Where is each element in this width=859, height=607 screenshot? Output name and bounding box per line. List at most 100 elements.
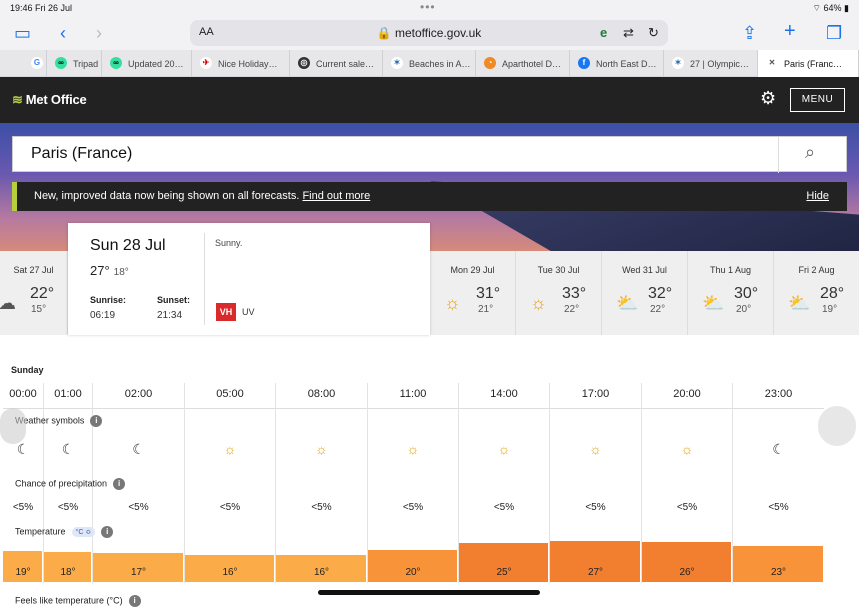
multitask-dots-icon[interactable]: •••	[420, 0, 436, 14]
day-card-wed[interactable]: Wed 31 Jul ⛅ 32° 22°	[602, 251, 688, 335]
day-card-sat[interactable]: Sat 27 Jul ☁ 22° 15°	[0, 251, 68, 335]
day-name: Wed 31 Jul	[622, 265, 667, 275]
notice-banner: New, improved data now being shown on al…	[12, 182, 847, 211]
scroll-right-button[interactable]	[818, 406, 856, 446]
day-card-fri[interactable]: Fri 2 Aug ⛅ 28° 19°	[774, 251, 859, 335]
temperature-value: 25°	[496, 567, 512, 578]
tab-paris-active[interactable]: ✕ Paris (Franc…	[758, 50, 859, 77]
gear-icon[interactable]: ⚙	[760, 88, 776, 109]
sun-icon: ☼	[589, 441, 602, 457]
share-icon[interactable]: ⇪	[742, 24, 757, 42]
temperature-value: 18°	[60, 567, 76, 578]
hour-label: 17:00	[581, 388, 610, 400]
tab-google[interactable]: G	[25, 50, 47, 77]
status-battery: ⌔ 64% ▮	[812, 3, 849, 13]
new-tab-icon[interactable]: +	[784, 21, 796, 41]
sun-icon: ☼	[223, 441, 237, 457]
forward-icon[interactable]: ›	[96, 24, 102, 42]
precip-value: <5%	[402, 502, 424, 513]
wifi-icon: ⌔	[812, 3, 822, 13]
location-search[interactable]: Paris (France) ⌕	[12, 136, 847, 173]
info-icon[interactable]: i	[113, 478, 126, 490]
day-card-tue[interactable]: Tue 30 Jul ☼ 33° 22°	[516, 251, 602, 335]
tab-label: 27 | Olympic…	[690, 59, 749, 69]
info-icon[interactable]: i	[128, 595, 141, 607]
sidebar-icon[interactable]: ▭	[14, 24, 31, 42]
row-label-text: Chance of precipitation	[15, 478, 108, 489]
row-label-text: Feels like temperature (°C)	[15, 595, 123, 606]
selected-day-card[interactable]: Sun 28 Jul 27° 18° Sunrise: 06:19 Sunset:…	[68, 223, 430, 335]
hour-label: 14:00	[490, 388, 518, 400]
home-indicator[interactable]	[318, 590, 540, 595]
booking-icon: ◔	[484, 57, 496, 69]
site-icon: ✶	[391, 57, 403, 69]
moon-icon: ☾	[132, 441, 145, 457]
day-card-thu[interactable]: Thu 1 Aug ⛅ 30° 20°	[688, 251, 774, 335]
extension-icon[interactable]: e	[600, 25, 607, 40]
sunrise-label: Sunrise:	[90, 295, 127, 305]
precip-value: <5%	[128, 502, 149, 513]
search-icon[interactable]: ⌕	[805, 142, 815, 163]
sunset-time: 21:34	[157, 310, 183, 321]
tabs-overview-icon[interactable]: ❐	[826, 24, 842, 42]
day-low: 22°	[564, 304, 580, 315]
day-name: Fri 2 Aug	[798, 265, 835, 275]
tab-updated[interactable]: ∞ Updated 20…	[102, 50, 192, 77]
selected-temps: 27° 18°	[90, 263, 129, 278]
temperature-value: 23°	[770, 567, 787, 578]
site-icon: ✈	[200, 57, 212, 69]
tab-label: Updated 20…	[128, 59, 184, 69]
tab-label: Beaches in A…	[409, 59, 471, 69]
scroll-left-button[interactable]	[0, 408, 26, 444]
sun-icon: ☼	[406, 441, 420, 457]
unit-toggle[interactable]: °C ≎	[71, 527, 96, 537]
precip-label: Chance of precipitation i	[15, 478, 126, 490]
logo-mark-icon: ≋	[12, 92, 23, 107]
rain-icon: ☁	[0, 293, 16, 313]
close-icon[interactable]: ✕	[766, 57, 778, 69]
selected-high: 27°	[90, 263, 110, 278]
column-separator	[275, 383, 276, 583]
address-bar[interactable]: AA 🔒 metoffice.gov.uk e ⇄ ↻	[190, 20, 668, 46]
tab-north-east[interactable]: f North East D…	[570, 50, 664, 77]
temperature-value: 26°	[679, 567, 695, 578]
tab-label: Current sale…	[316, 59, 375, 69]
translate-icon[interactable]: ⇄	[623, 25, 634, 41]
selected-low: 18°	[113, 267, 129, 278]
temperature-value: 17°	[130, 567, 147, 578]
sunrise-time: 06:19	[90, 310, 116, 321]
menu-button[interactable]: MENU	[790, 88, 845, 112]
find-out-more-link[interactable]: Find out more	[302, 190, 370, 202]
day-card-mon[interactable]: Mon 29 Jul ☼ 31° 21°	[430, 251, 516, 335]
site-icon: ◎	[298, 57, 310, 69]
hide-banner-link[interactable]: Hide	[806, 190, 829, 202]
temperature-value: 16°	[222, 567, 238, 578]
tab-nice-holiday[interactable]: ✈ Nice Holiday…	[192, 50, 290, 77]
hour-label: 20:00	[673, 388, 701, 400]
logo-text: Met Office	[25, 92, 87, 107]
hour-label: 00:00	[9, 388, 37, 400]
tab-tripadvisor[interactable]: ∞ Tripad	[47, 50, 102, 77]
tab-beaches[interactable]: ✶ Beaches in A…	[383, 50, 476, 77]
google-icon: G	[31, 57, 43, 69]
tab-olympic[interactable]: ✶ 27 | Olympic…	[664, 50, 758, 77]
day-high: 33°	[562, 285, 587, 302]
back-icon[interactable]: ‹	[60, 24, 66, 42]
tab-aparthotel[interactable]: ◔ Aparthotel D…	[476, 50, 570, 77]
reload-icon[interactable]: ↻	[648, 25, 659, 41]
met-office-logo[interactable]: ≋ Met Office	[12, 92, 87, 108]
temperature-label: Temperature °C ≎ i	[15, 526, 114, 538]
sunset-label: Sunset:	[157, 295, 191, 305]
precip-value: <5%	[768, 502, 789, 513]
tab-label: North East D…	[596, 59, 657, 69]
tab-current-sale[interactable]: ◎ Current sale…	[290, 50, 383, 77]
site-header: ≋ Met Office ⚙ MENU	[0, 77, 859, 123]
day-high: 28°	[820, 285, 845, 302]
info-icon[interactable]: i	[101, 526, 114, 538]
day-low: 22°	[650, 304, 666, 315]
url-value: metoffice.gov.uk	[395, 26, 482, 40]
search-input[interactable]: Paris (France)	[31, 145, 132, 163]
hourly-forecast-table: Sunday 00:00 01:00 02:00 05:00 08:00 11:00 14:…	[3, 357, 824, 607]
info-icon[interactable]: i	[90, 415, 103, 427]
day-high: 31°	[476, 285, 501, 302]
